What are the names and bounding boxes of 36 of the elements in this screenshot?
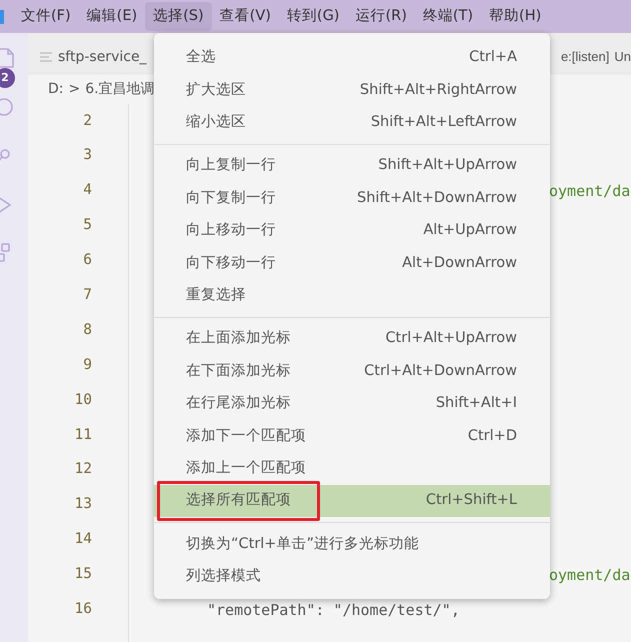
line-number: 13 — [74, 495, 92, 514]
line-number: 15 — [74, 565, 92, 584]
shortcut-text: Alt+UpArrow — [423, 221, 517, 240]
tab-description: Un — [614, 48, 631, 66]
shortcut-text: Ctrl+A — [469, 48, 517, 68]
line-number: 4 — [82, 181, 92, 200]
line-number: 12 — [74, 460, 92, 480]
shortcut-text: Ctrl+Shift+L — [426, 491, 517, 510]
line-number: 14 — [74, 530, 92, 550]
shortcut-text: Ctrl+Alt+UpArrow — [385, 329, 517, 348]
line-number: 8 — [82, 320, 92, 340]
breadcrumb-separator: > — [68, 80, 80, 99]
code-line: oyment/da — [549, 564, 630, 586]
code-line: "remotePath": "/home/test/", — [207, 600, 460, 621]
shortcut-text: Shift+Alt+UpArrow — [378, 156, 517, 176]
line-number: 10 — [74, 390, 92, 410]
highlight-box: 选择所有匹配项 — [157, 481, 320, 522]
line-number: 6 — [82, 251, 92, 270]
code-line: oyment/da — [549, 180, 630, 202]
line-number: 7 — [82, 286, 92, 306]
shortcut-text: Shift+Alt+LeftArrow — [370, 113, 517, 132]
notification-badge: 2 — [0, 68, 15, 88]
line-number: 9 — [82, 356, 92, 375]
shortcut-text: Alt+DownArrow — [402, 254, 517, 273]
shortcut-text: Ctrl+D — [468, 426, 517, 446]
line-number: 2 — [82, 112, 92, 131]
line-number: 11 — [74, 426, 92, 445]
shortcut-text: Ctrl+Alt+DownArrow — [364, 362, 517, 381]
tab-title: sftp-service_ — [58, 48, 147, 66]
line-number: 3 — [82, 146, 92, 166]
shortcut-text: Shift+Alt+RightArrow — [360, 80, 517, 100]
line-number: 5 — [82, 216, 92, 236]
line-number: 16 — [74, 600, 92, 620]
shortcut-text: Shift+Alt+DownArrow — [357, 188, 517, 208]
shortcut-text: Shift+Alt+I — [436, 394, 517, 414]
tab-description: e:[listen] — [560, 48, 610, 66]
